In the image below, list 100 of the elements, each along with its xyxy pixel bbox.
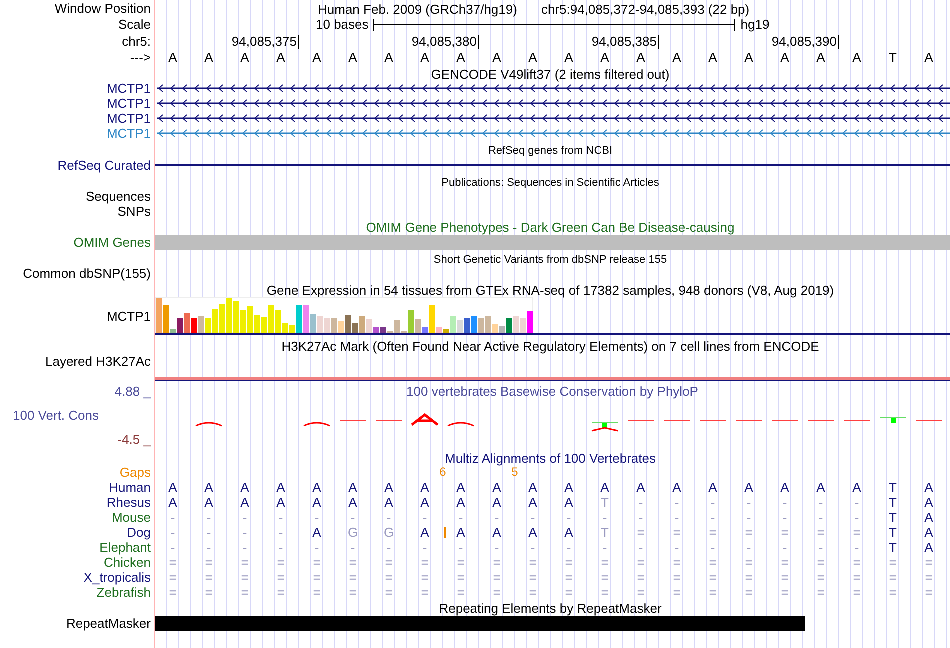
aligned-base: = — [349, 571, 357, 584]
species-label[interactable]: Human — [109, 481, 151, 494]
aligned-base: A — [492, 481, 502, 494]
aligned-base: G — [348, 526, 358, 539]
aligned-base: = — [817, 586, 825, 599]
aligned-base: - — [638, 541, 644, 554]
track-title: H3K27Ac Mark (Often Found Near Active Regulatory Elements) on 7 cell lines from ENCODE — [282, 340, 820, 353]
track-title: Short Genetic Variants from dbSNP release 155 — [434, 255, 668, 266]
aligned-base: - — [350, 511, 356, 524]
aligned-base: - — [530, 541, 536, 554]
aligned-base: = — [889, 571, 897, 584]
aligned-base: - — [782, 541, 788, 554]
aligned-base: - — [710, 496, 716, 509]
repeat-element-bar[interactable] — [155, 616, 805, 630]
aligned-base: A — [312, 481, 322, 494]
track-label[interactable]: MCTP1 — [106, 82, 151, 95]
base-letter: A — [492, 50, 502, 64]
aligned-base: T — [889, 481, 897, 494]
aligned-base: = — [889, 586, 897, 599]
base-letter: A — [672, 50, 682, 64]
base-letter: A — [312, 50, 322, 64]
track-label[interactable]: SNPs — [118, 205, 151, 218]
aligned-base: = — [205, 586, 213, 599]
aligned-base: = — [385, 571, 393, 584]
aligned-base: A — [456, 526, 466, 539]
aligned-base: A — [420, 526, 430, 539]
gene-strand-drawing[interactable] — [155, 99, 950, 108]
aligned-base: = — [745, 526, 753, 539]
track-label[interactable]: Common dbSNP(155) — [23, 267, 151, 280]
aligned-base: = — [529, 556, 537, 569]
track-label[interactable]: OMIM Genes — [74, 236, 151, 248]
aligned-base: A — [672, 481, 682, 494]
aligned-base: - — [494, 511, 500, 524]
track-label[interactable]: RepeatMasker — [66, 616, 151, 630]
aligned-base: A — [384, 496, 394, 509]
track-label[interactable]: MCTP1 — [106, 127, 151, 140]
aligned-base: - — [854, 511, 860, 524]
track-label[interactable]: RefSeq Curated — [58, 158, 151, 172]
aligned-base: A — [564, 481, 574, 494]
base-letter: A — [564, 50, 574, 64]
base-letter: A — [600, 50, 610, 64]
species-label[interactable]: Rhesus — [106, 496, 151, 509]
species-label[interactable]: Mouse — [112, 511, 151, 524]
expression-bars-drawing[interactable] — [155, 297, 533, 333]
aligned-base: A — [780, 481, 790, 494]
aligned-base: - — [746, 496, 752, 509]
aligned-base: - — [458, 511, 464, 524]
species-label[interactable]: Zebrafish — [96, 586, 151, 599]
aligned-base: - — [386, 511, 392, 524]
gap-count: 5 — [512, 466, 518, 478]
aligned-base: = — [601, 556, 609, 569]
track-label[interactable]: 100 Vert. Cons — [0, 409, 99, 422]
aligned-base: A — [924, 496, 934, 509]
gene-strand-drawing[interactable] — [155, 114, 950, 123]
aligned-base: - — [422, 511, 428, 524]
aligned-base: = — [493, 556, 501, 569]
track-title: GENCODE V49lift37 (2 items filtered out) — [431, 68, 670, 81]
aligned-base: - — [566, 511, 572, 524]
aligned-base: - — [314, 541, 320, 554]
aligned-base: - — [818, 511, 824, 524]
species-label[interactable]: Chicken — [104, 556, 151, 569]
aligned-base: = — [385, 556, 393, 569]
aligned-base: = — [457, 571, 465, 584]
aligned-base: - — [422, 541, 428, 554]
track-label[interactable]: MCTP1 — [106, 310, 151, 322]
track-label[interactable]: Layered H3K27Ac — [45, 354, 151, 368]
aligned-base: = — [529, 586, 537, 599]
aligned-base: = — [781, 586, 789, 599]
aligned-base: T — [889, 496, 897, 509]
axis-max-label: 4.88 _ — [114, 385, 151, 398]
aligned-base: A — [204, 481, 214, 494]
base-letter: A — [636, 50, 646, 64]
position-text: chr5:94,085,372-94,085,393 (22 bp) — [541, 3, 750, 16]
aligned-base: = — [493, 586, 501, 599]
aligned-base: A — [924, 511, 934, 524]
aligned-base: = — [673, 526, 681, 539]
track-label[interactable]: MCTP1 — [106, 112, 151, 125]
aligned-base: - — [854, 541, 860, 554]
aligned-base: T — [889, 526, 897, 539]
aligned-base: = — [565, 571, 573, 584]
aligned-base: = — [169, 586, 177, 599]
aligned-base: - — [674, 496, 680, 509]
aligned-base: = — [385, 586, 393, 599]
base-letter: T — [888, 50, 898, 64]
aligned-base: A — [924, 481, 934, 494]
aligned-base: - — [242, 526, 248, 539]
aligned-base: A — [924, 526, 934, 539]
aligned-base: A — [456, 481, 466, 494]
species-label[interactable]: X_tropicalis — [84, 571, 151, 584]
track-label[interactable]: Sequences — [86, 190, 151, 203]
aligned-base: = — [745, 571, 753, 584]
gene-strand-drawing[interactable] — [155, 84, 950, 93]
aligned-base: = — [673, 586, 681, 599]
aligned-base: - — [242, 541, 248, 554]
species-label[interactable]: Elephant — [100, 541, 151, 554]
aligned-base: - — [278, 511, 284, 524]
species-label[interactable]: Dog — [127, 526, 151, 539]
aligned-base: - — [206, 511, 212, 524]
aligned-base: T — [889, 511, 897, 524]
track-label[interactable]: MCTP1 — [106, 97, 151, 110]
